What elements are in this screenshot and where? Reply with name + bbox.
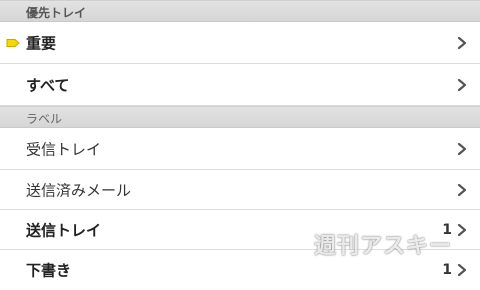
chevron-right-icon [457, 142, 467, 155]
folder-item-label: 下書き [26, 261, 72, 280]
unread-count: 1 [442, 262, 452, 278]
unread-count: 1 [442, 221, 452, 238]
chevron-right-icon [457, 78, 467, 91]
section-header-labels: ラベル [0, 106, 480, 128]
folder-item-inbox[interactable]: 受信トレイ [0, 128, 480, 170]
mail-folder-menu: 優先トレイ 重要 すべて ラベル 受信トレイ 送信済みメール 送信トレイ 1 下… [0, 0, 480, 290]
folder-item-label: 送信トレイ [26, 221, 102, 239]
folder-item-label: 受信トレイ [26, 140, 102, 158]
folder-item-sent[interactable]: 送信済みメール [0, 170, 480, 210]
chevron-right-icon [457, 263, 467, 277]
section-header-priority-label: 優先トレイ [26, 6, 87, 20]
folder-item-label: 送信済みメール [26, 181, 132, 199]
folder-item-drafts[interactable]: 下書き 1 [0, 250, 480, 290]
chevron-right-icon [457, 223, 467, 236]
folder-item-outbox[interactable]: 送信トレイ 1 [0, 210, 480, 250]
folder-item-label: 重要 [26, 34, 57, 52]
folder-item-label: すべて [26, 76, 70, 94]
folder-item-all[interactable]: すべて [0, 64, 480, 106]
chevron-right-icon [457, 183, 467, 196]
section-header-labels-label: ラベル [26, 112, 63, 126]
section-header-priority: 優先トレイ [0, 0, 480, 22]
important-marker-icon [6, 38, 20, 47]
folder-item-important[interactable]: 重要 [0, 22, 480, 64]
chevron-right-icon [457, 36, 467, 49]
